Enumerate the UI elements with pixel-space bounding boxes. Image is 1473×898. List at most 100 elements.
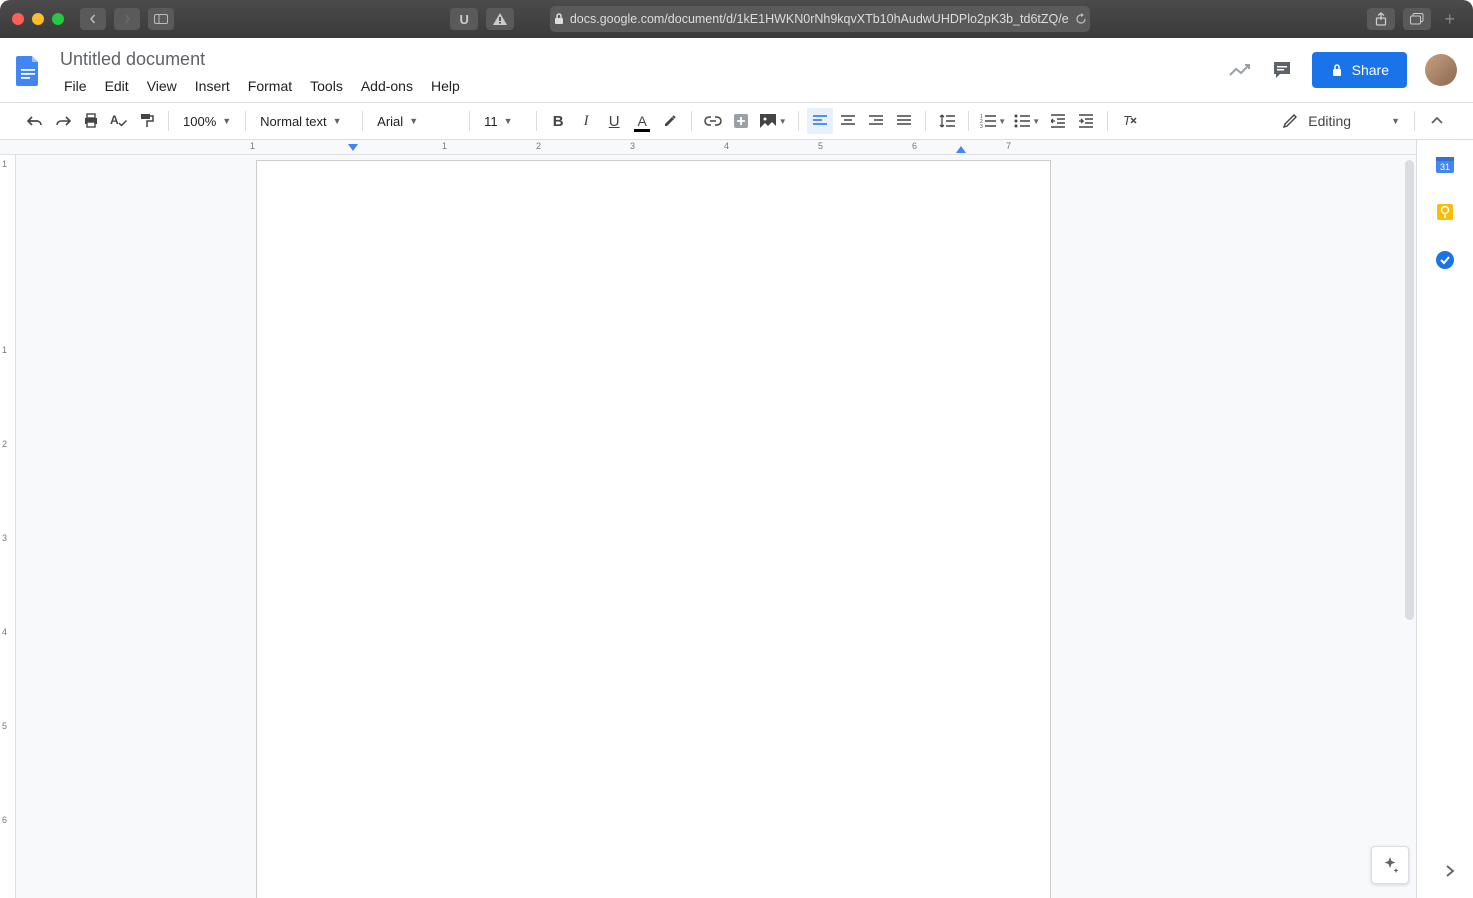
share-button[interactable]: Share	[1312, 52, 1407, 88]
reload-icon[interactable]	[1075, 13, 1087, 25]
menu-insert[interactable]: Insert	[187, 74, 238, 98]
ruler-tick-label: 6	[2, 815, 7, 825]
toolbar: A 100%▼ Normal text▼ Arial▼ 11▼ B I U A …	[0, 102, 1473, 140]
ruler-tick-label: 1	[250, 141, 255, 151]
highlight-button[interactable]	[657, 108, 683, 134]
insert-link-button[interactable]	[700, 108, 726, 134]
align-justify-button[interactable]	[891, 108, 917, 134]
font-value: Arial	[377, 114, 403, 129]
caret-down-icon: ▼	[779, 117, 787, 126]
zoom-value: 100%	[183, 114, 216, 129]
docs-logo-icon[interactable]	[8, 44, 48, 96]
collapse-toolbar-button[interactable]	[1423, 117, 1451, 125]
browser-back-button[interactable]	[80, 8, 106, 30]
bold-button[interactable]: B	[545, 108, 571, 134]
ruler-tick-label: 1	[442, 141, 447, 151]
italic-button[interactable]: I	[573, 108, 599, 134]
print-button[interactable]	[78, 108, 104, 134]
zoom-selector[interactable]: 100% ▼	[177, 114, 237, 129]
calendar-icon[interactable]: 31	[1435, 154, 1455, 174]
menubar: File Edit View Insert Format Tools Add-o…	[56, 74, 1220, 98]
warning-icon[interactable]	[486, 8, 514, 30]
horizontal-ruler[interactable]: 1 1 2 3 4 5 6 7	[0, 140, 1416, 155]
side-panel: 31	[1417, 140, 1473, 898]
right-indent-marker[interactable]	[956, 146, 966, 153]
increase-indent-button[interactable]	[1073, 108, 1099, 134]
insert-image-button[interactable]: ▼	[756, 108, 790, 134]
comments-icon[interactable]	[1270, 58, 1294, 82]
new-tab-button[interactable]: +	[1439, 9, 1462, 30]
vertical-ruler[interactable]: 1 1 2 3 4 5 6	[0, 155, 16, 898]
document-title[interactable]: Untitled document	[56, 47, 1220, 72]
redo-button[interactable]	[50, 108, 76, 134]
hide-side-panel-button[interactable]	[1445, 864, 1455, 878]
main-area: 1 1 2 3 4 5 6 7 1 1 2 3 4 5 6 31	[0, 140, 1473, 898]
caret-down-icon: ▼	[1032, 117, 1040, 126]
ruler-tick-label: 4	[2, 627, 7, 637]
menu-edit[interactable]: Edit	[97, 74, 137, 98]
share-system-icon[interactable]	[1367, 8, 1395, 30]
browser-forward-button[interactable]	[114, 8, 140, 30]
user-avatar[interactable]	[1425, 54, 1457, 86]
svg-text:A: A	[110, 113, 119, 127]
tabs-icon[interactable]	[1403, 8, 1431, 30]
document-page[interactable]	[256, 160, 1051, 898]
traffic-lights	[12, 13, 64, 25]
tasks-icon[interactable]	[1435, 250, 1455, 270]
paragraph-style-selector[interactable]: Normal text▼	[254, 114, 354, 129]
paint-format-button[interactable]	[134, 108, 160, 134]
ruler-tick-label: 4	[724, 141, 729, 151]
editing-mode-selector[interactable]: Editing ▼	[1276, 113, 1406, 129]
url-text: docs.google.com/document/d/1kE1HWKN0rNh9…	[570, 12, 1069, 26]
svg-text:3: 3	[980, 124, 983, 128]
font-selector[interactable]: Arial ▼	[371, 114, 461, 129]
spellcheck-button[interactable]: A	[106, 108, 132, 134]
lock-icon	[554, 13, 564, 25]
url-bar[interactable]: docs.google.com/document/d/1kE1HWKN0rNh9…	[550, 6, 1090, 32]
caret-down-icon: ▼	[504, 116, 513, 126]
window-minimize-icon[interactable]	[32, 13, 44, 25]
svg-text:31: 31	[1440, 162, 1450, 172]
keep-icon[interactable]	[1435, 202, 1455, 222]
align-right-button[interactable]	[863, 108, 889, 134]
vertical-scrollbar[interactable]	[1405, 160, 1414, 620]
browser-chrome: U docs.google.com/document/d/1kE1HWKN0rN…	[0, 0, 1473, 38]
align-left-button[interactable]	[807, 108, 833, 134]
decrease-indent-button[interactable]	[1045, 108, 1071, 134]
font-size-selector[interactable]: 11 ▼	[478, 114, 528, 129]
line-spacing-button[interactable]	[934, 108, 960, 134]
ruler-tick-label: 6	[912, 141, 917, 151]
mode-label: Editing	[1308, 113, 1351, 129]
first-line-indent-marker[interactable]	[348, 144, 358, 151]
svg-text:T: T	[1123, 114, 1132, 128]
explore-button[interactable]	[1371, 846, 1409, 884]
clear-formatting-button[interactable]: T	[1116, 108, 1142, 134]
underline-button[interactable]: U	[601, 108, 627, 134]
pencil-icon	[1282, 113, 1298, 129]
caret-down-icon: ▼	[409, 116, 418, 126]
window-maximize-icon[interactable]	[52, 13, 64, 25]
sidebar-toggle-button[interactable]	[148, 8, 174, 30]
text-color-button[interactable]: A	[629, 108, 655, 134]
activity-icon[interactable]	[1228, 58, 1252, 82]
ruler-tick-label: 5	[818, 141, 823, 151]
menu-tools[interactable]: Tools	[302, 74, 351, 98]
menu-format[interactable]: Format	[240, 74, 300, 98]
menu-file[interactable]: File	[56, 74, 95, 98]
font-size-value: 11	[484, 114, 498, 129]
ublock-icon[interactable]: U	[450, 8, 478, 30]
align-center-button[interactable]	[835, 108, 861, 134]
menu-view[interactable]: View	[139, 74, 185, 98]
ruler-tick-label: 1	[2, 159, 7, 169]
lock-icon	[1330, 63, 1344, 77]
numbered-list-button[interactable]: 123▼	[977, 108, 1009, 134]
menu-addons[interactable]: Add-ons	[353, 74, 421, 98]
ruler-tick-label: 2	[536, 141, 541, 151]
caret-down-icon: ▼	[222, 116, 231, 126]
menu-help[interactable]: Help	[423, 74, 468, 98]
ruler-tick-label: 7	[1006, 141, 1011, 151]
undo-button[interactable]	[22, 108, 48, 134]
add-comment-button[interactable]	[728, 108, 754, 134]
bulleted-list-button[interactable]: ▼	[1011, 108, 1043, 134]
window-close-icon[interactable]	[12, 13, 24, 25]
